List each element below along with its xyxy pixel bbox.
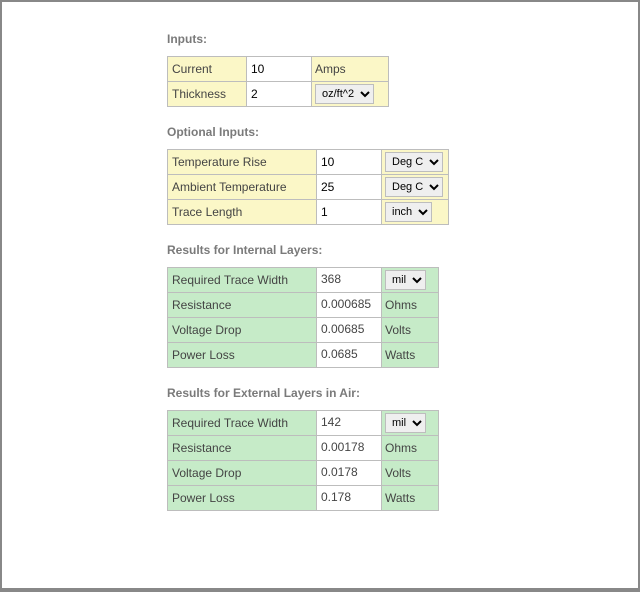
label-ext-vdrop: Voltage Drop [168, 461, 317, 486]
unit-int-vdrop: Volts [382, 318, 439, 343]
value-ext-ploss: 0.178 [318, 488, 378, 508]
select-temp-rise-unit[interactable]: Deg C [385, 152, 443, 172]
internal-table: Required Trace Width 368 mil Resistance … [167, 267, 439, 368]
select-int-trace-width-unit[interactable]: mil [385, 270, 426, 290]
value-int-ploss: 0.0685 [318, 345, 378, 365]
label-int-vdrop: Voltage Drop [168, 318, 317, 343]
row-ambient: Ambient Temperature Deg C [168, 175, 449, 200]
row-int-resistance: Resistance 0.000685 Ohms [168, 293, 439, 318]
optional-table: Temperature Rise Deg C Ambient Temperatu… [167, 149, 449, 225]
calculator-page: Inputs: Current Amps Thickness oz/ft^2 [2, 2, 638, 588]
label-ext-ploss: Power Loss [168, 486, 317, 511]
unit-ext-vdrop: Volts [382, 461, 439, 486]
input-trace-length[interactable] [318, 202, 378, 222]
row-ext-vdrop: Voltage Drop 0.0178 Volts [168, 461, 439, 486]
row-temp-rise: Temperature Rise Deg C [168, 150, 449, 175]
value-int-resistance: 0.000685 [318, 295, 378, 315]
row-ext-trace-width: Required Trace Width 142 mil [168, 411, 439, 436]
input-current[interactable] [248, 59, 308, 79]
row-ext-resistance: Resistance 0.00178 Ohms [168, 436, 439, 461]
value-ext-resistance: 0.00178 [318, 438, 378, 458]
unit-int-resistance: Ohms [382, 293, 439, 318]
external-table: Required Trace Width 142 mil Resistance … [167, 410, 439, 511]
unit-int-ploss: Watts [382, 343, 439, 368]
input-thickness[interactable] [248, 84, 308, 104]
select-trace-length-unit[interactable]: inch [385, 202, 432, 222]
input-temp-rise[interactable] [318, 152, 378, 172]
external-heading: Results for External Layers in Air: [167, 386, 638, 400]
optional-section: Optional Inputs: Temperature Rise Deg C … [167, 125, 638, 225]
inputs-heading: Inputs: [167, 32, 638, 46]
row-ext-ploss: Power Loss 0.178 Watts [168, 486, 439, 511]
row-thickness: Thickness oz/ft^2 [168, 82, 389, 107]
label-current: Current [168, 57, 247, 82]
row-current: Current Amps [168, 57, 389, 82]
value-ext-vdrop: 0.0178 [318, 463, 378, 483]
row-int-vdrop: Voltage Drop 0.00685 Volts [168, 318, 439, 343]
inputs-section: Inputs: Current Amps Thickness oz/ft^2 [167, 32, 638, 107]
internal-section: Results for Internal Layers: Required Tr… [167, 243, 638, 368]
unit-ext-resistance: Ohms [382, 436, 439, 461]
select-thickness-unit[interactable]: oz/ft^2 [315, 84, 374, 104]
value-int-vdrop: 0.00685 [318, 320, 378, 340]
label-temp-rise: Temperature Rise [168, 150, 317, 175]
input-ambient[interactable] [318, 177, 378, 197]
row-int-ploss: Power Loss 0.0685 Watts [168, 343, 439, 368]
optional-heading: Optional Inputs: [167, 125, 638, 139]
label-thickness: Thickness [168, 82, 247, 107]
select-ambient-unit[interactable]: Deg C [385, 177, 443, 197]
value-int-trace-width: 368 [318, 270, 378, 290]
cell-current-value [247, 57, 312, 82]
value-ext-trace-width: 142 [318, 413, 378, 433]
unit-current: Amps [312, 57, 389, 82]
label-int-trace-width: Required Trace Width [168, 268, 317, 293]
label-int-ploss: Power Loss [168, 343, 317, 368]
select-ext-trace-width-unit[interactable]: mil [385, 413, 426, 433]
inputs-table: Current Amps Thickness oz/ft^2 [167, 56, 389, 107]
row-int-trace-width: Required Trace Width 368 mil [168, 268, 439, 293]
label-ext-resistance: Resistance [168, 436, 317, 461]
row-trace-length: Trace Length inch [168, 200, 449, 225]
external-section: Results for External Layers in Air: Requ… [167, 386, 638, 511]
internal-heading: Results for Internal Layers: [167, 243, 638, 257]
unit-ext-ploss: Watts [382, 486, 439, 511]
cell-thickness-value [247, 82, 312, 107]
label-trace-length: Trace Length [168, 200, 317, 225]
label-ambient: Ambient Temperature [168, 175, 317, 200]
label-int-resistance: Resistance [168, 293, 317, 318]
cell-thickness-unit: oz/ft^2 [312, 82, 389, 107]
label-ext-trace-width: Required Trace Width [168, 411, 317, 436]
